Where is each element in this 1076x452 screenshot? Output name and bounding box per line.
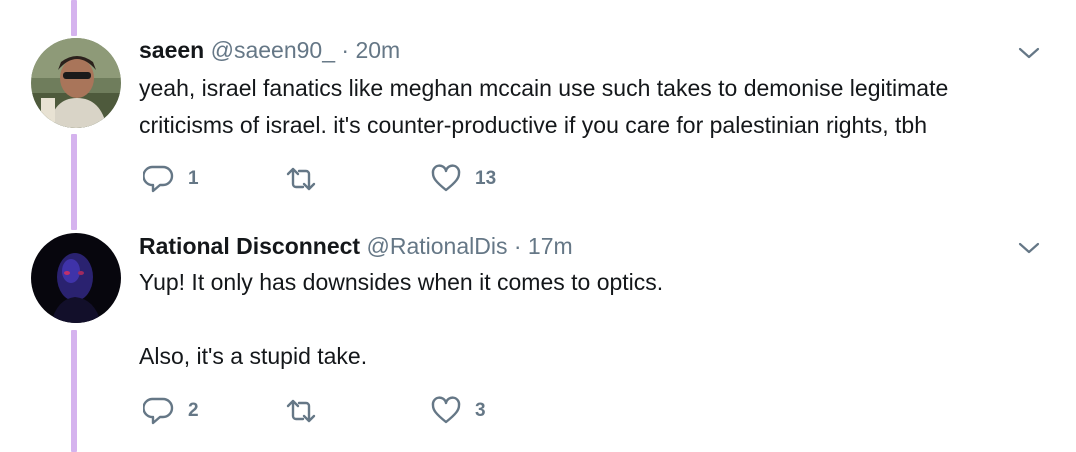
tweet[interactable]: saeen @saeen90_ · 20m yeah, israel fanat… [0,0,1076,226]
avatar-image [31,233,121,323]
heart-icon [431,396,461,424]
tweet-paragraph: yeah, israel fanatics like meghan mccain… [139,75,949,138]
avatar[interactable] [31,38,121,128]
retweet-button[interactable] [285,394,330,428]
tweet-text: yeah, israel fanatics like meghan mccain… [139,70,1049,144]
separator-dot: · [513,233,522,259]
reply-icon [143,397,174,425]
tweet[interactable]: Rational Disconnect @RationalDis · 17m Y… [0,226,1076,452]
display-name[interactable]: saeen [139,37,204,63]
user-handle[interactable]: @RationalDis [367,233,508,259]
avatar-image [31,38,121,128]
like-count: 3 [475,400,486,421]
reply-button[interactable]: 1 [143,162,199,196]
reply-count: 2 [188,400,199,421]
reply-count: 1 [188,168,199,189]
timestamp[interactable]: 20m [355,37,400,63]
chevron-down-icon[interactable] [1018,241,1040,255]
like-count: 13 [475,168,497,189]
avatar[interactable] [31,233,121,323]
tweet-paragraph: Also, it's a stupid take. [139,343,368,369]
like-button[interactable]: 13 [430,162,496,196]
tweet-header: Rational Disconnect @RationalDis · 17m [139,233,573,259]
tweet-text: Yup! It only has downsides when it comes… [139,264,1049,375]
paragraph-break [139,301,1049,338]
retweet-button[interactable] [285,162,330,196]
timestamp[interactable]: 17m [528,233,573,259]
retweet-icon [286,399,316,423]
tweet-paragraph: Yup! It only has downsides when it comes… [139,269,664,295]
separator-dot: · [341,37,350,63]
chevron-down-icon[interactable] [1018,46,1040,60]
reply-icon [143,165,174,193]
user-handle[interactable]: @saeen90_ [211,37,335,63]
heart-icon [431,164,461,192]
tweet-header: saeen @saeen90_ · 20m [139,37,400,63]
retweet-icon [286,167,316,191]
display-name[interactable]: Rational Disconnect [139,233,360,259]
like-button[interactable]: 3 [430,394,486,428]
reply-button[interactable]: 2 [143,394,199,428]
